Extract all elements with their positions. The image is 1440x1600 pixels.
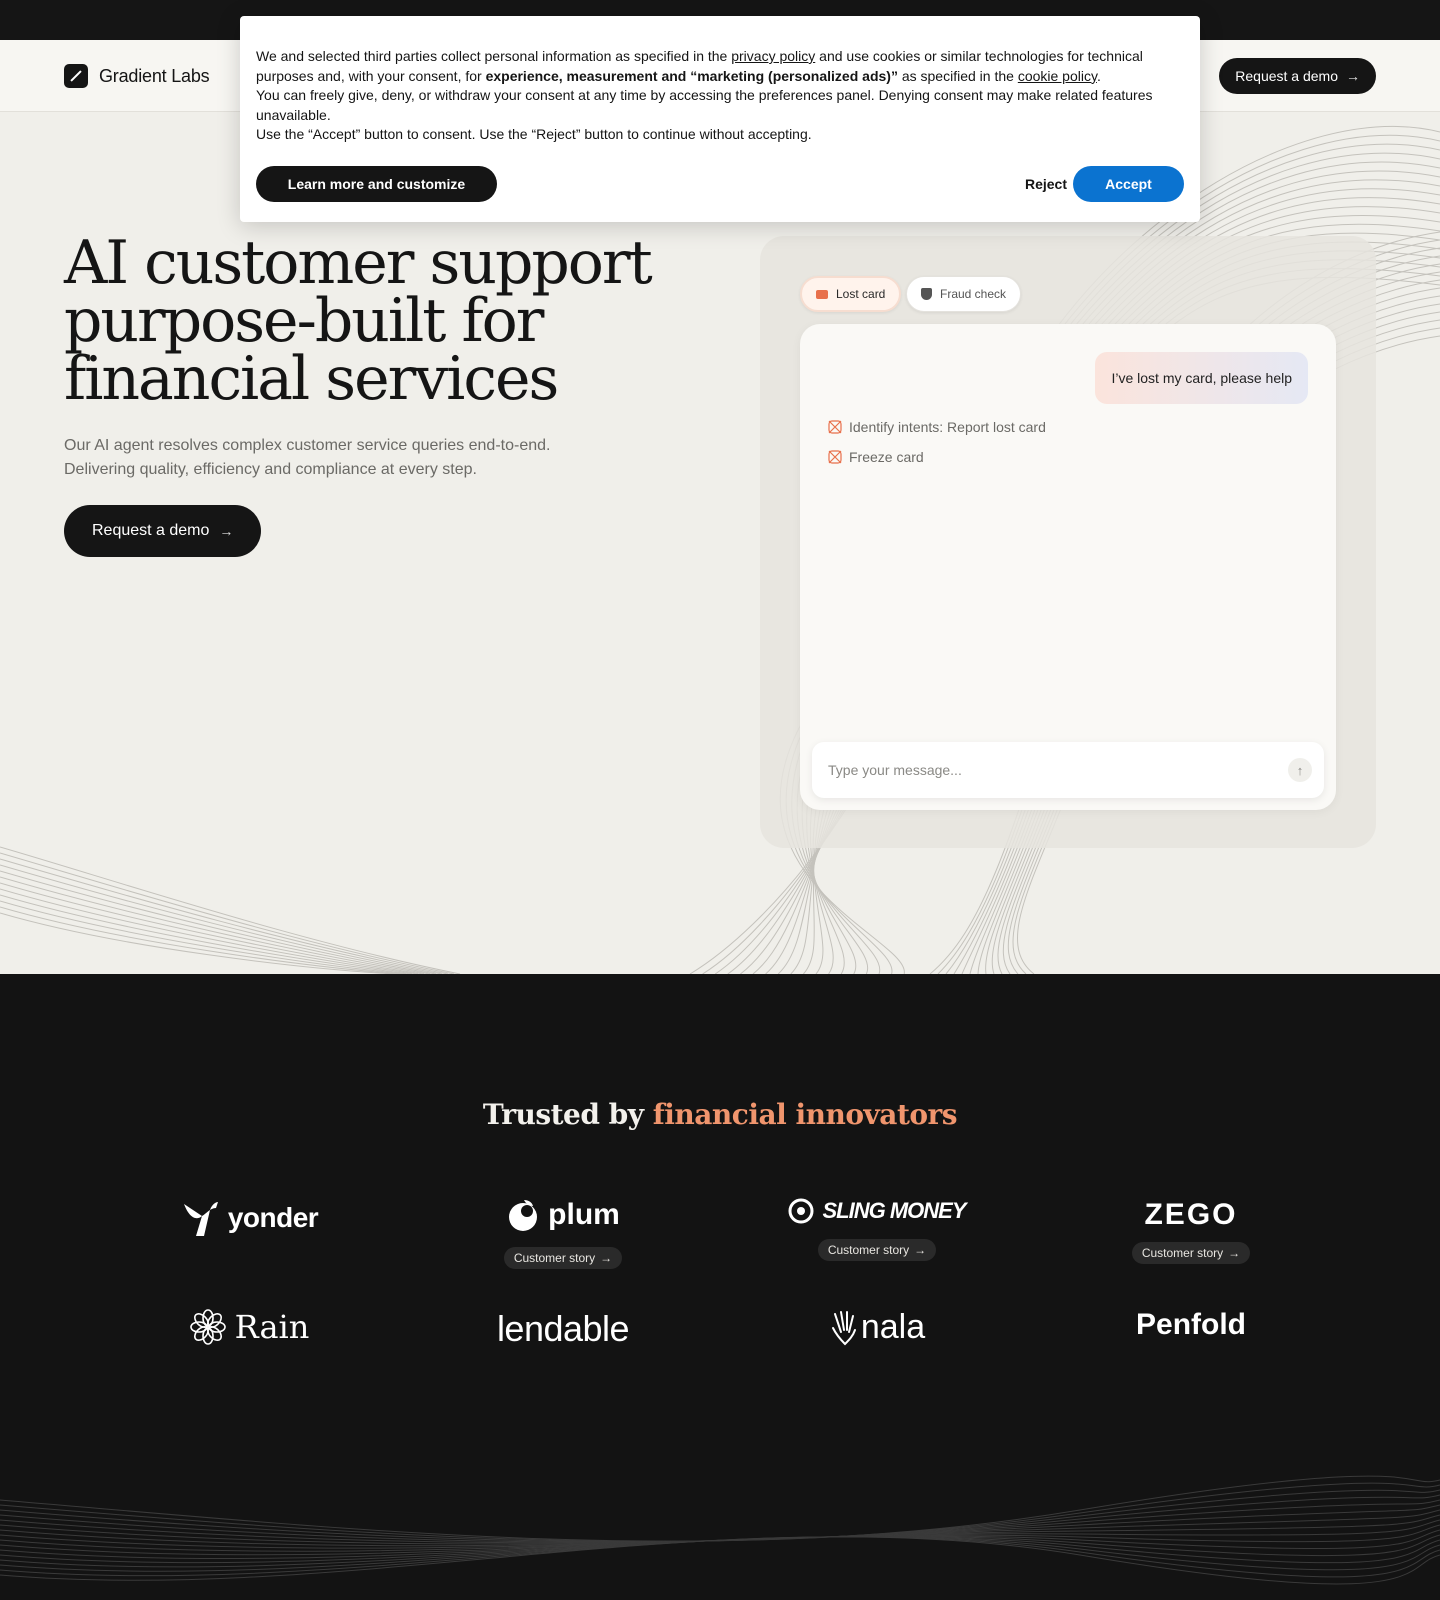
scenario-chip-fraud-check[interactable]: Fraud check bbox=[906, 276, 1022, 312]
customer-story-link[interactable]: Customer story → bbox=[817, 1239, 937, 1261]
privacy-policy-link[interactable]: privacy policy bbox=[731, 48, 815, 64]
agent-sparkle-icon bbox=[828, 420, 842, 434]
consent-line3: Use the “Accept” button to consent. Use … bbox=[256, 126, 812, 143]
arrow-right-icon: → bbox=[600, 1251, 613, 1265]
wave-line bbox=[0, 1504, 1440, 1545]
agent-step-label: Identify intents: Report lost card bbox=[849, 419, 1046, 435]
customer-logo-sling-money: SLING MONEY Customer story → bbox=[720, 1198, 1034, 1261]
customer-logo-lendable: lendable bbox=[406, 1308, 720, 1350]
customer-logo-name: lendable bbox=[496, 1308, 630, 1349]
customer-logo-nala: nala bbox=[720, 1308, 1034, 1351]
arrow-right-icon: → bbox=[914, 1243, 927, 1257]
arrow-right-icon: → bbox=[1228, 1246, 1241, 1260]
brand-logo[interactable]: Gradient Labs bbox=[64, 64, 210, 88]
wave-line bbox=[0, 1536, 1440, 1572]
agent-step-label: Freeze card bbox=[849, 449, 924, 465]
hero-title: AI customer support purpose-built for fi… bbox=[64, 228, 684, 414]
wave-line bbox=[0, 1514, 1440, 1549]
hero-title-line: purpose-built for bbox=[64, 286, 544, 356]
nala-logo: nala bbox=[829, 1308, 925, 1347]
customer-logo-name: plum bbox=[548, 1198, 620, 1231]
scenario-chip-lost-card[interactable]: Lost card bbox=[800, 276, 902, 312]
customer-logo-name: ZEGO bbox=[1144, 1198, 1238, 1231]
customer-logo-zego: ZEGO Customer story → bbox=[1034, 1198, 1348, 1264]
rain-logo: Rain bbox=[189, 1308, 310, 1346]
customer-story-label: Customer story bbox=[1141, 1246, 1224, 1260]
cookie-policy-link[interactable]: cookie policy bbox=[1018, 68, 1097, 84]
agent-step: Identify intents: Report lost card bbox=[827, 419, 1046, 435]
trusted-heading-prefix: Trusted by bbox=[482, 1098, 653, 1131]
header-request-demo-label: Request a demo bbox=[1235, 68, 1338, 84]
arrow-right-icon: → bbox=[219, 523, 234, 539]
customer-story-link[interactable]: Customer story → bbox=[1131, 1242, 1251, 1264]
agent-demo-panel: Lost card Fraud check I’ve lost my card,… bbox=[760, 236, 1376, 848]
footer-wave-lines bbox=[0, 1475, 1440, 1585]
hero-title-line: AI customer support bbox=[64, 228, 653, 298]
yonder-logo: yonder bbox=[180, 1198, 319, 1238]
customer-story-label: Customer story bbox=[513, 1251, 596, 1265]
plum-mark-icon bbox=[509, 1200, 538, 1231]
message-composer: ↑ bbox=[812, 742, 1324, 798]
cookie-consent-banner: We and selected third parties collect pe… bbox=[240, 16, 1200, 222]
sling-mark-icon bbox=[788, 1198, 814, 1224]
customer-logo-penfold: Penfold bbox=[1034, 1308, 1348, 1342]
hero-request-demo-button[interactable]: Request a demo → bbox=[64, 505, 262, 557]
trusted-by-section: Trusted by financial innovators yonder p… bbox=[0, 974, 1440, 1600]
rain-flower-icon bbox=[189, 1309, 226, 1345]
wave-line bbox=[0, 1475, 1440, 1542]
hero-title-line: financial services bbox=[64, 344, 559, 414]
sling-money-logo: SLING MONEY bbox=[788, 1198, 967, 1224]
customer-story-label: Customer story bbox=[827, 1243, 910, 1257]
yonder-mark-icon bbox=[183, 1202, 218, 1236]
card-icon bbox=[816, 289, 828, 299]
wave-line bbox=[0, 1536, 1440, 1585]
trusted-heading-accent: financial innovators bbox=[652, 1098, 958, 1131]
consent-line2: You can freely give, deny, or withdraw y… bbox=[256, 87, 1153, 123]
brand-name: Gradient Labs bbox=[99, 65, 210, 86]
accept-button[interactable]: Accept bbox=[1073, 166, 1184, 202]
consent-line1-c: as specified in the bbox=[897, 67, 1018, 84]
customer-logo-name: nala bbox=[860, 1308, 926, 1346]
chip-label: Lost card bbox=[836, 287, 886, 301]
wave-line bbox=[0, 846, 461, 974]
message-input[interactable] bbox=[828, 742, 1258, 798]
chip-label: Fraud check bbox=[940, 287, 1007, 301]
consent-line1-d: . bbox=[1096, 67, 1101, 84]
wave-line bbox=[0, 1482, 1440, 1542]
agent-step: Freeze card bbox=[827, 449, 924, 465]
arrow-right-icon: → bbox=[1346, 68, 1360, 84]
customer-logo-rain: Rain bbox=[92, 1308, 406, 1351]
customer-logo-yonder: yonder bbox=[92, 1198, 406, 1243]
learn-more-customize-button[interactable]: Learn more and customize bbox=[256, 166, 497, 202]
consent-line1-a: We and selected third parties collect pe… bbox=[256, 48, 732, 64]
lendable-logo: lendable bbox=[496, 1308, 630, 1350]
customer-logo-name: SLING MONEY bbox=[822, 1198, 966, 1223]
customer-logo-plum: plum Customer story → bbox=[406, 1198, 720, 1269]
customer-logo-name: yonder bbox=[227, 1202, 319, 1233]
consent-text: We and selected third parties collect pe… bbox=[256, 47, 1176, 145]
trusted-heading: Trusted by financial innovators bbox=[0, 1098, 1440, 1131]
consent-purposes: experience, measurement and “marketing (… bbox=[485, 67, 898, 84]
penfold-logo: Penfold bbox=[1136, 1308, 1246, 1342]
customer-logo-name: Rain bbox=[234, 1308, 310, 1346]
shield-icon bbox=[921, 288, 932, 300]
hero-section: AI customer support purpose-built for fi… bbox=[0, 112, 1440, 974]
wave-line bbox=[0, 1489, 1440, 1543]
customer-logo-name: Penfold bbox=[1136, 1308, 1246, 1341]
zego-logo: ZEGO bbox=[1144, 1198, 1237, 1232]
arrow-up-icon[interactable]: ↑ bbox=[1288, 758, 1312, 782]
wave-line bbox=[0, 1499, 1440, 1544]
customer-story-link[interactable]: Customer story → bbox=[503, 1247, 623, 1269]
nala-hand-icon bbox=[831, 1310, 856, 1345]
header-request-demo-button[interactable]: Request a demo → bbox=[1219, 58, 1376, 94]
hero-request-demo-label: Request a demo bbox=[92, 522, 210, 539]
plum-logo: plum bbox=[506, 1198, 620, 1232]
chat-window: I’ve lost my card, please help Identify … bbox=[800, 324, 1336, 810]
user-message-bubble: I’ve lost my card, please help bbox=[1095, 352, 1308, 404]
agent-sparkle-icon bbox=[828, 450, 842, 464]
gradient-labs-logo-icon bbox=[64, 64, 88, 88]
hero-subtitle: Our AI agent resolves complex customer s… bbox=[64, 437, 551, 478]
